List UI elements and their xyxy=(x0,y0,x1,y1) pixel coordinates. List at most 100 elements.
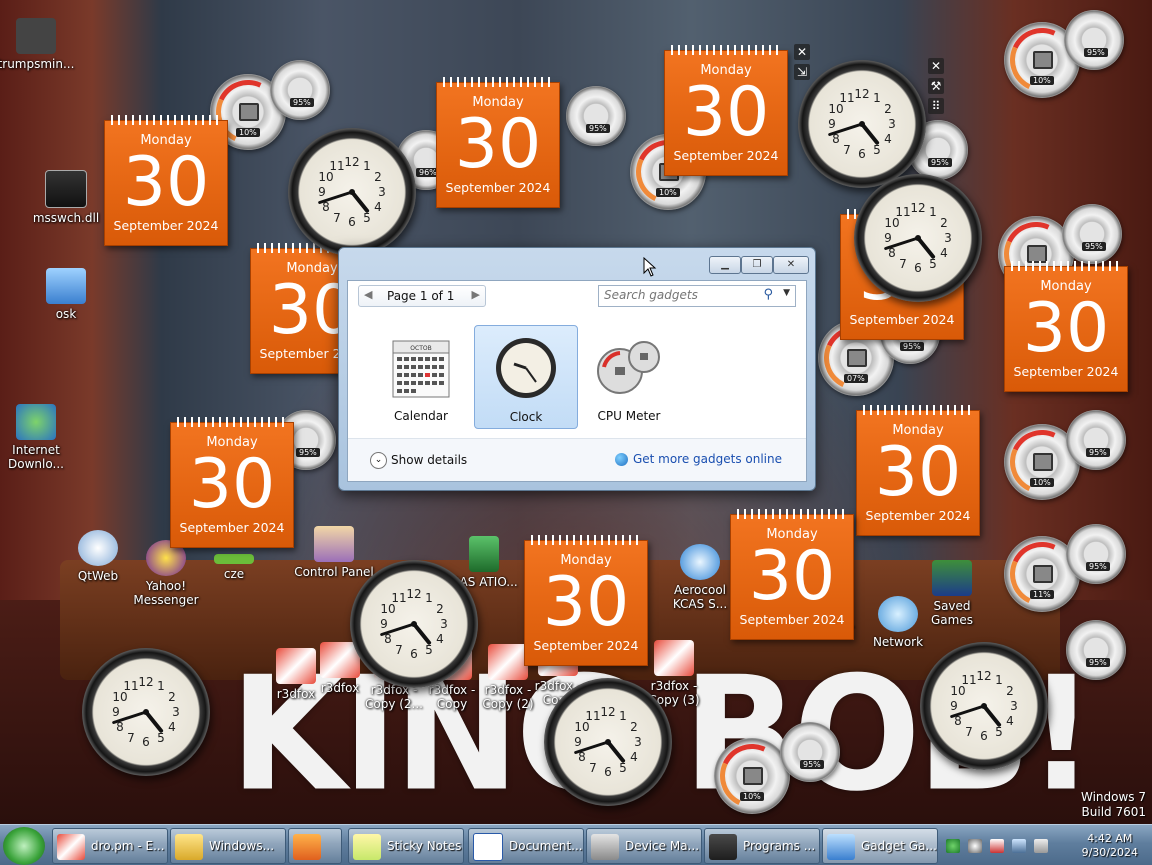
clock-gadget[interactable]: 1 2 3 4 5 6 7 8 9 10 11 12 xyxy=(544,678,672,806)
taskbar-button-document[interactable]: Document... xyxy=(468,828,584,864)
taskbar-button-gadget-gallery[interactable]: Gadget Ga... xyxy=(822,828,938,864)
show-details-button[interactable]: ⌄ Show details xyxy=(370,452,467,469)
cpu-meter-gadget[interactable]: 95% xyxy=(270,60,330,120)
clock-numeral: 1 xyxy=(995,673,1003,687)
minimize-button[interactable]: ▁ xyxy=(709,256,741,274)
clock-center xyxy=(859,121,865,127)
minus-icon[interactable] xyxy=(968,839,982,853)
cpu-meter-gadget[interactable]: 95% xyxy=(1066,410,1126,470)
calendar-gadget[interactable]: Monday30September 2024 xyxy=(664,45,788,176)
clock-gadget[interactable]: 1 2 3 4 5 6 7 8 9 10 11 12 xyxy=(920,642,1048,770)
drag-handle-icon[interactable]: ⠿ xyxy=(928,98,944,114)
clock-numeral: 7 xyxy=(127,731,135,745)
close-button[interactable]: ✕ xyxy=(773,256,809,274)
clock-numeral: 4 xyxy=(1006,714,1014,728)
hour-hand xyxy=(860,122,880,145)
clock-numeral: 5 xyxy=(425,643,433,657)
cpu-meter-gadget[interactable]: 95% xyxy=(1064,10,1124,70)
clock-numeral: 1 xyxy=(929,205,937,219)
resize-icon[interactable]: ⇲ xyxy=(794,64,810,80)
clock-numeral: 3 xyxy=(944,231,952,245)
desktop-icon-msswch[interactable]: msswch.dll xyxy=(26,170,106,225)
clock-numeral: 12 xyxy=(910,201,925,215)
action-center-flag-icon[interactable] xyxy=(990,839,1004,853)
network-icon xyxy=(878,596,918,632)
calendar-gadget[interactable]: Monday30September 2024 xyxy=(170,417,294,548)
clock-center xyxy=(349,189,355,195)
clock-numeral: 3 xyxy=(634,735,642,749)
clock-gadget[interactable]: 1 2 3 4 5 6 7 8 9 10 11 12 xyxy=(350,560,478,688)
volume-muted-icon[interactable] xyxy=(1034,839,1048,853)
page-navigator: ◀ Page 1 of 1 ▶ xyxy=(358,285,486,307)
clock-numeral: 7 xyxy=(589,761,597,775)
clock-numeral: 6 xyxy=(858,147,866,161)
close-icon[interactable]: ✕ xyxy=(928,58,944,74)
next-page-icon[interactable]: ▶ xyxy=(472,288,480,301)
taskbar-clock[interactable]: 4:42 AM 9/30/2024 xyxy=(1082,832,1138,860)
clock-numeral: 1 xyxy=(619,709,627,723)
network-status-icon[interactable] xyxy=(946,839,960,853)
taskbar-button-device-manager[interactable]: Device Ma... xyxy=(586,828,702,864)
gadget-calendar[interactable]: OCTOB Calendar xyxy=(370,325,472,427)
clock-numeral: 6 xyxy=(914,261,922,275)
desktop-icon-trumpsmin[interactable]: trumpsmin... xyxy=(0,18,76,71)
download-manager-icon xyxy=(16,404,56,440)
desktop-icon-aerocool[interactable]: Aerocool KCAS S... xyxy=(660,544,740,611)
taskbar-button-programs[interactable]: Programs ... xyxy=(704,828,820,864)
clock-gadget[interactable]: 1 2 3 4 5 6 7 8 9 10 11 12 xyxy=(798,60,926,188)
close-icon[interactable]: ✕ xyxy=(794,44,810,60)
clock-numeral: 1 xyxy=(157,679,165,693)
cpu-meter-gadget[interactable]: 95% xyxy=(1066,524,1126,584)
clock-gadget[interactable]: 1 2 3 4 5 6 7 8 9 10 11 12 xyxy=(288,128,416,256)
chevron-down-icon[interactable]: ▼ xyxy=(783,288,790,298)
calendar-gadget[interactable]: Monday30September 2024 xyxy=(436,77,560,208)
cpu-meter-gadget[interactable]: 95% xyxy=(566,86,626,146)
cpu-meter-gadget[interactable]: 95% xyxy=(1066,620,1126,680)
wrench-icon[interactable]: ⚒ xyxy=(928,78,944,94)
search-input[interactable] xyxy=(599,286,754,304)
clock-numeral: 11 xyxy=(585,709,600,723)
search-icon[interactable]: ⚲ xyxy=(763,287,773,302)
calendar-icon: OCTOB xyxy=(392,340,450,398)
taskbar-button-sticky-notes[interactable]: Sticky Notes xyxy=(348,828,464,864)
clock-center xyxy=(915,235,921,241)
hour-hand xyxy=(412,622,432,645)
clock-numeral: 9 xyxy=(828,117,836,131)
ie-icon xyxy=(680,544,720,580)
calendar-gadget[interactable]: Monday30September 2024 xyxy=(1004,261,1128,392)
calendar-gadget[interactable]: Monday30September 2024 xyxy=(104,115,228,246)
taskbar-button-media-player[interactable] xyxy=(288,828,342,864)
restore-button[interactable]: ❐ xyxy=(741,256,773,274)
cpu-meter-gadget[interactable]: 95% xyxy=(780,722,840,782)
desktop-icon-osk[interactable]: osk xyxy=(26,268,106,321)
cpu-meter-gadget[interactable]: 95% xyxy=(1062,204,1122,264)
clock-numeral: 2 xyxy=(374,170,382,184)
display-icon[interactable] xyxy=(1012,839,1026,853)
device-manager-icon xyxy=(591,833,619,860)
dll-file-icon xyxy=(45,170,87,208)
page-label: Page 1 of 1 xyxy=(387,289,455,303)
desktop-icon-internet-download[interactable]: Internet Downlo... xyxy=(0,404,76,471)
system-tray: 4:42 AM 9/30/2024 xyxy=(942,828,1152,864)
clock-numeral: 4 xyxy=(168,720,176,734)
start-button[interactable] xyxy=(3,827,45,865)
calendar-gadget[interactable]: Monday30September 2024 xyxy=(856,405,980,536)
os-version-watermark: Windows 7 Build 7601 xyxy=(1080,790,1146,819)
clock-icon xyxy=(496,338,556,398)
calendar-gadget[interactable]: Monday30September 2024 xyxy=(524,535,648,666)
taskbar-button-dro-pm[interactable]: dro.pm - E... xyxy=(52,828,168,864)
cpu-meter-gadget[interactable]: 10% xyxy=(710,734,794,818)
clock-gadget[interactable]: 1 2 3 4 5 6 7 8 9 10 11 12 xyxy=(82,648,210,776)
get-more-gadgets-link[interactable]: Get more gadgets online xyxy=(614,452,782,466)
clock-numeral: 12 xyxy=(406,587,421,601)
folder-icon xyxy=(175,833,203,860)
gadget-clock[interactable]: Clock xyxy=(474,325,578,429)
file-icon xyxy=(214,554,254,564)
clock-center xyxy=(605,739,611,745)
previous-page-icon[interactable]: ◀ xyxy=(364,288,372,301)
taskbar-button-windows-explorer[interactable]: Windows... xyxy=(170,828,286,864)
clock-numeral: 3 xyxy=(440,617,448,631)
gadget-cpu-meter[interactable]: CPU Meter xyxy=(578,325,680,427)
calendar-gadget[interactable]: Monday30September 2024 xyxy=(730,509,854,640)
clock-gadget[interactable]: 1 2 3 4 5 6 7 8 9 10 11 12 xyxy=(854,174,982,302)
